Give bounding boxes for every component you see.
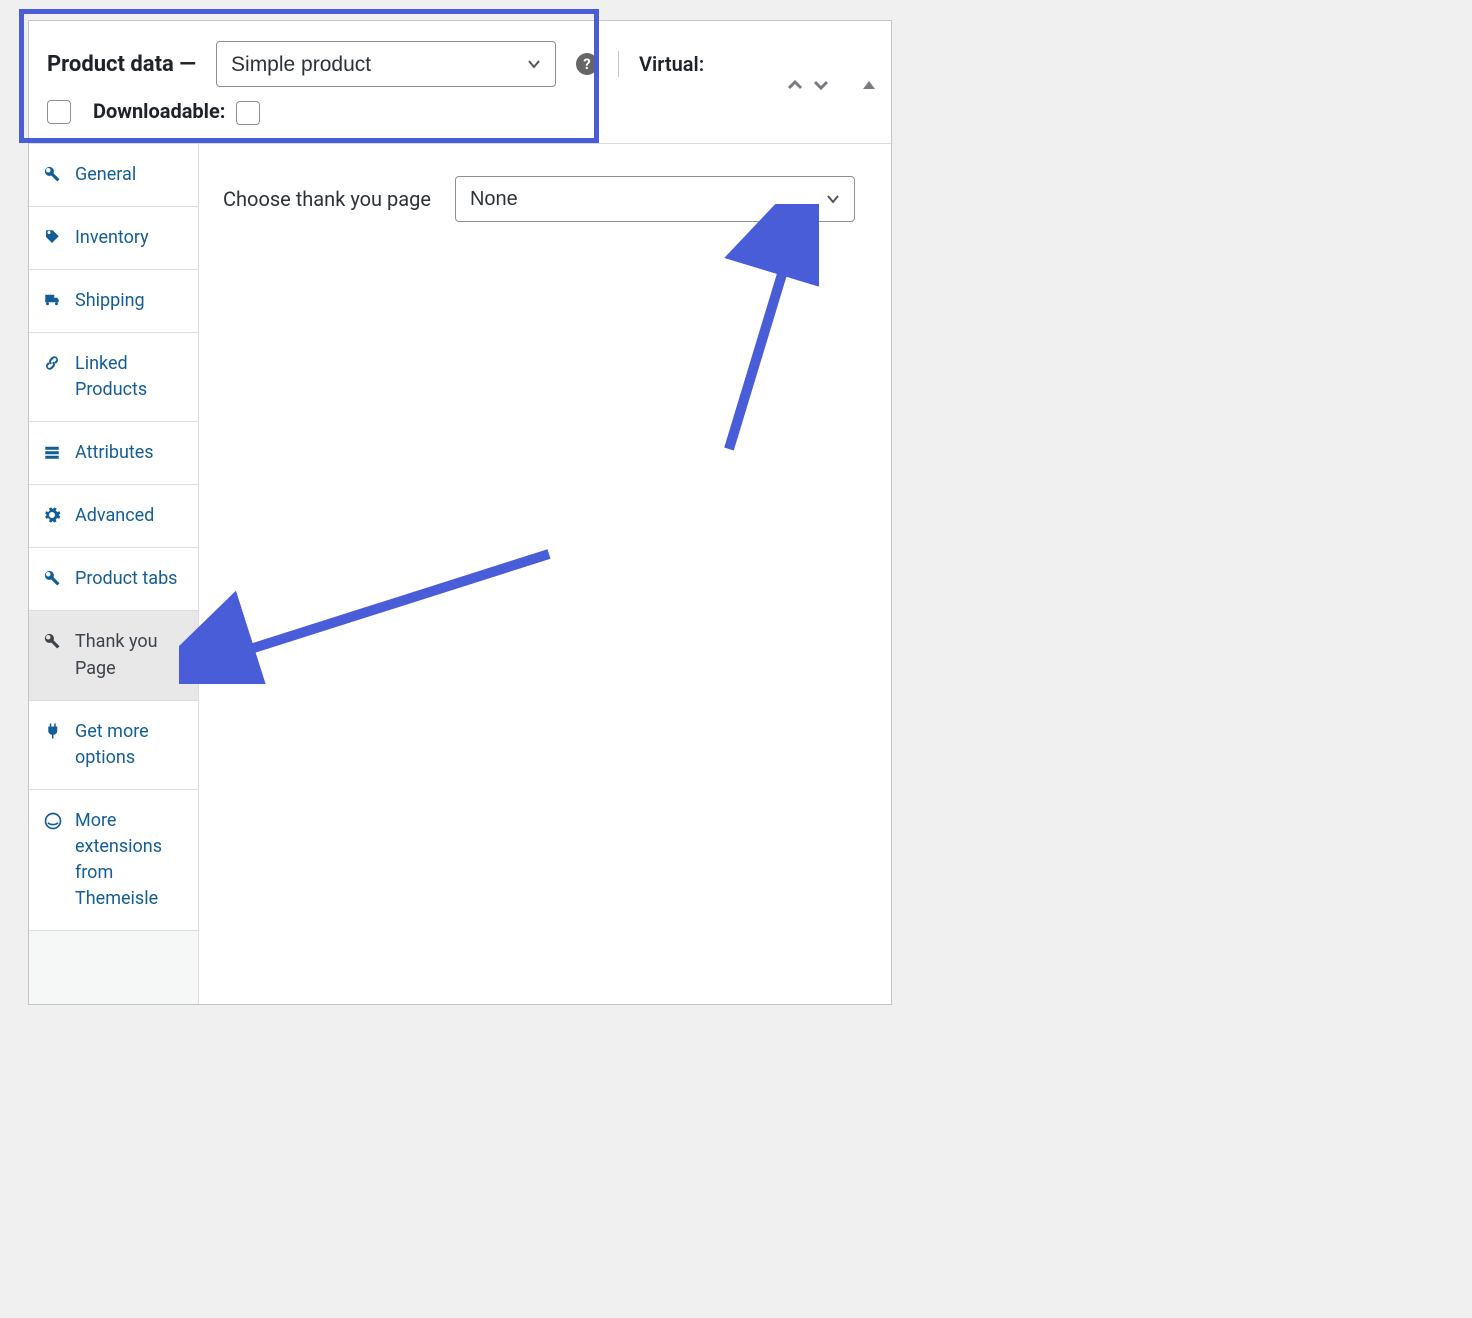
downloadable-label: Downloadable: bbox=[93, 99, 225, 123]
tab-label: More extensions from Themeisle bbox=[75, 808, 184, 912]
themeisle-icon bbox=[43, 811, 63, 831]
tab-label: Linked Products bbox=[75, 351, 184, 403]
virtual-checkbox[interactable] bbox=[47, 100, 71, 124]
tab-content: Choose thank you page None bbox=[199, 144, 891, 1004]
tab-general[interactable]: General bbox=[29, 144, 198, 207]
panel-controls bbox=[785, 75, 877, 95]
tab-more-extensions[interactable]: More extensions from Themeisle bbox=[29, 790, 198, 931]
wrench-icon bbox=[43, 569, 63, 587]
tab-label: Inventory bbox=[75, 225, 184, 251]
annotation-arrow-to-dropdown bbox=[689, 204, 819, 454]
tab-shipping[interactable]: Shipping bbox=[29, 270, 198, 333]
tab-inventory[interactable]: Inventory bbox=[29, 207, 198, 270]
tab-product-tabs[interactable]: Product tabs bbox=[29, 548, 198, 611]
link-icon bbox=[43, 354, 63, 372]
help-icon[interactable]: ? bbox=[576, 53, 598, 75]
panel-header: Product data — Simple product ? Virtual:… bbox=[29, 21, 891, 144]
thank-you-page-row: Choose thank you page None bbox=[223, 176, 867, 222]
tab-label: General bbox=[75, 162, 184, 188]
tab-linked-products[interactable]: Linked Products bbox=[29, 333, 198, 422]
product-type-dropdown[interactable]: Simple product bbox=[216, 41, 556, 87]
virtual-label: Virtual: bbox=[639, 52, 704, 76]
tab-label: Get more options bbox=[75, 719, 184, 771]
collapse-icon[interactable] bbox=[861, 77, 877, 93]
tab-get-more-options[interactable]: Get more options bbox=[29, 701, 198, 790]
move-up-icon[interactable] bbox=[785, 75, 805, 95]
tab-advanced[interactable]: Advanced bbox=[29, 485, 198, 548]
thank-you-page-dropdown[interactable]: None bbox=[455, 176, 855, 222]
tab-attributes[interactable]: Attributes bbox=[29, 422, 198, 485]
tag-icon bbox=[43, 228, 63, 246]
annotation-arrow-to-tab bbox=[179, 544, 559, 684]
move-down-icon[interactable] bbox=[811, 75, 831, 95]
divider bbox=[618, 51, 619, 77]
tabs-sidebar: General Inventory Shipping Linked Produc… bbox=[29, 144, 199, 1004]
gear-icon bbox=[43, 506, 63, 524]
tab-label: Product tabs bbox=[75, 566, 184, 592]
tab-label: Attributes bbox=[75, 440, 184, 466]
tab-thank-you-page[interactable]: Thank you Page bbox=[29, 611, 198, 700]
list-icon bbox=[43, 443, 63, 461]
panel-body: General Inventory Shipping Linked Produc… bbox=[29, 144, 891, 1004]
tab-label: Shipping bbox=[75, 288, 184, 314]
thank-you-page-label: Choose thank you page bbox=[223, 187, 431, 211]
product-data-panel: Product data — Simple product ? Virtual:… bbox=[28, 20, 892, 1005]
plug-icon bbox=[43, 722, 63, 740]
truck-icon bbox=[43, 291, 63, 309]
wrench-icon bbox=[43, 165, 63, 183]
downloadable-checkbox[interactable] bbox=[236, 101, 260, 125]
wrench-icon bbox=[43, 632, 63, 650]
tab-label: Advanced bbox=[75, 503, 184, 529]
panel-title: Product data — bbox=[47, 52, 196, 77]
tab-label: Thank you Page bbox=[75, 629, 184, 681]
